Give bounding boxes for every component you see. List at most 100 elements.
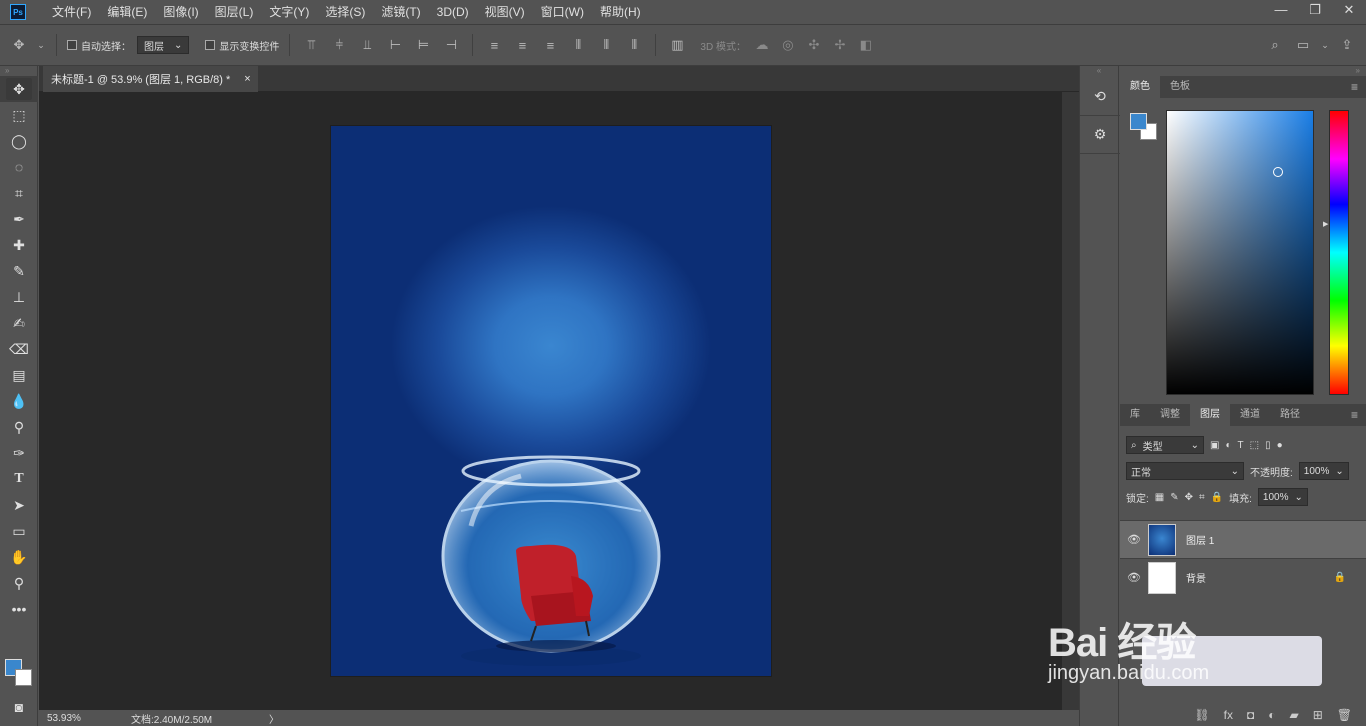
rectangle-tool[interactable]: ▭ — [0, 518, 38, 544]
menu-view[interactable]: 视图(V) — [477, 0, 533, 24]
tab-swatches[interactable]: 色板 — [1160, 76, 1200, 98]
pen-tool[interactable]: ✑ — [0, 440, 38, 466]
menu-file[interactable]: 文件(F) — [44, 0, 99, 24]
menu-3d[interactable]: 3D(D) — [429, 0, 477, 24]
close-tab-icon[interactable]: × — [244, 73, 250, 85]
filter-pixel-icon[interactable]: ▣ — [1210, 440, 1219, 451]
align-right-icon[interactable]: ⊣ — [440, 37, 462, 53]
distribute-right-icon[interactable]: ⦀ — [623, 37, 645, 53]
auto-select-target-dropdown[interactable]: 图层 ⌄ — [137, 36, 190, 54]
chevron-down-icon[interactable]: ⌄ — [1320, 40, 1330, 51]
tab-libraries[interactable]: 库 — [1120, 404, 1150, 426]
3d-scale-icon[interactable]: ◧ — [856, 37, 876, 53]
auto-select-checkbox[interactable]: 自动选择： — [67, 38, 131, 53]
menu-edit[interactable]: 编辑(E) — [99, 0, 155, 24]
panel-collapse-icon[interactable]: « — [1080, 66, 1118, 78]
eraser-tool[interactable]: ⌫ — [0, 336, 38, 362]
tab-adjustments[interactable]: 调整 — [1150, 404, 1190, 426]
filter-type-icon[interactable]: T — [1238, 440, 1244, 451]
chevron-down-icon[interactable]: ⌄ — [36, 40, 46, 51]
3d-roll-icon[interactable]: ◎ — [778, 37, 798, 53]
menu-window[interactable]: 窗口(W) — [533, 0, 592, 24]
show-transform-checkbox[interactable]: 显示变换控件 — [205, 38, 279, 53]
marquee-tool[interactable]: ⬚ — [0, 102, 38, 128]
tab-paths[interactable]: 路径 — [1270, 404, 1310, 426]
search-icon[interactable]: ⌕ — [1264, 37, 1286, 53]
menu-image[interactable]: 图像(I) — [155, 0, 206, 24]
color-picker-marker[interactable] — [1273, 167, 1283, 177]
adjustment-layer-icon[interactable]: ◐ — [1268, 708, 1275, 722]
quick-mask-button[interactable]: ◙ — [0, 694, 38, 720]
properties-panel-button[interactable]: ⚙ — [1080, 116, 1120, 154]
document-tab[interactable]: 未标题-1 @ 53.9% (图层 1, RGB/8) * × — [43, 66, 258, 92]
filter-toggle-icon[interactable]: ● — [1277, 440, 1283, 451]
lock-pixels-icon[interactable]: ✎ — [1170, 492, 1178, 503]
3d-orbit-icon[interactable]: ☁ — [752, 37, 772, 53]
move-tool[interactable]: ✥ — [0, 76, 38, 102]
3d-pan-icon[interactable]: ✣ — [804, 37, 824, 53]
distribute-left-icon[interactable]: ⦀ — [567, 37, 589, 53]
zoom-tool[interactable]: ⚲ — [0, 570, 38, 596]
align-bottom-icon[interactable]: ⫫ — [356, 37, 378, 53]
eye-icon[interactable]: 👁 — [1120, 571, 1148, 584]
distribute-bottom-icon[interactable]: ≡ — [539, 38, 561, 53]
clone-stamp-tool[interactable]: ⊥ — [0, 284, 38, 310]
healing-brush-tool[interactable]: ✚ — [0, 232, 38, 258]
saturation-brightness-field[interactable] — [1166, 110, 1314, 395]
layer-filter-dropdown[interactable]: ⌕ 类型 ⌄ — [1126, 436, 1204, 454]
zoom-level[interactable]: 53.93% — [39, 713, 89, 724]
close-window-button[interactable]: ✕ — [1332, 0, 1366, 22]
move-tool-icon[interactable]: ✥ — [8, 37, 30, 53]
lock-artboard-icon[interactable]: ⌗ — [1199, 492, 1205, 503]
align-left-icon[interactable]: ⊢ — [384, 37, 406, 53]
3d-slide-icon[interactable]: ✢ — [830, 37, 850, 53]
menu-filter[interactable]: 滤镜(T) — [373, 0, 428, 24]
path-select-tool[interactable]: ➤ — [0, 492, 38, 518]
image-canvas[interactable] — [330, 125, 772, 677]
panel-collapse-icon[interactable]: » — [0, 66, 37, 76]
menu-layer[interactable]: 图层(L) — [207, 0, 262, 24]
background-color-swatch[interactable] — [15, 669, 32, 686]
fx-icon[interactable]: fx — [1224, 708, 1233, 722]
checkbox-icon[interactable] — [67, 40, 77, 50]
align-vcenter-icon[interactable]: ⫩ — [328, 37, 350, 53]
new-layer-icon[interactable]: ⊞ — [1313, 708, 1323, 722]
dodge-tool[interactable]: ⚲ — [0, 414, 38, 440]
layer-row-background[interactable]: 👁 背景 🔒 — [1120, 558, 1366, 596]
auto-align-icon[interactable]: ▥ — [666, 37, 688, 53]
tab-layers[interactable]: 图层 — [1190, 404, 1230, 426]
tab-channels[interactable]: 通道 — [1230, 404, 1270, 426]
distribute-hcenter-icon[interactable]: ⦀ — [595, 37, 617, 53]
layer-name[interactable]: 图层 1 — [1186, 532, 1214, 547]
menu-help[interactable]: 帮助(H) — [592, 0, 649, 24]
panel-menu-icon[interactable]: ≡ — [1351, 80, 1366, 94]
hand-tool[interactable]: ✋ — [0, 544, 38, 570]
checkbox-icon[interactable] — [205, 40, 216, 50]
fill-field[interactable]: 100% ⌄ — [1257, 488, 1308, 506]
eye-icon[interactable]: 👁 — [1120, 533, 1148, 546]
filter-adjustment-icon[interactable]: ◐ — [1225, 440, 1231, 451]
brush-tool[interactable]: ✎ — [0, 258, 38, 284]
more-tools[interactable]: ••• — [0, 596, 38, 622]
distribute-top-icon[interactable]: ≡ — [483, 38, 505, 53]
add-mask-icon[interactable]: ◘ — [1247, 708, 1254, 722]
crop-tool[interactable]: ⌗ — [0, 180, 38, 206]
lock-all-icon[interactable]: 🔒 — [1211, 492, 1223, 503]
quick-select-tool[interactable]: ◌ — [0, 154, 38, 180]
lock-transparency-icon[interactable]: ▦ — [1155, 492, 1164, 503]
blend-mode-dropdown[interactable]: 正常 ⌄ — [1126, 462, 1244, 480]
lock-position-icon[interactable]: ✥ — [1185, 492, 1193, 503]
color-panel-foreground-swatch[interactable] — [1130, 113, 1147, 130]
menu-type[interactable]: 文字(Y) — [261, 0, 317, 24]
hue-slider[interactable] — [1329, 110, 1349, 395]
align-top-icon[interactable]: ⫪ — [300, 37, 322, 53]
history-brush-tool[interactable]: ✍ — [0, 310, 38, 336]
history-panel-button[interactable]: ⟲ — [1080, 78, 1120, 116]
workspace-icon[interactable]: ▭ — [1292, 37, 1314, 53]
type-tool[interactable]: T — [0, 466, 38, 492]
delete-layer-icon[interactable]: 🗑 — [1337, 708, 1352, 722]
restore-button[interactable]: ❐ — [1298, 0, 1332, 22]
filter-smart-object-icon[interactable]: ▯ — [1265, 440, 1271, 451]
filter-shape-icon[interactable]: ⬚ — [1250, 440, 1259, 451]
new-group-icon[interactable]: ▰ — [1289, 708, 1298, 722]
